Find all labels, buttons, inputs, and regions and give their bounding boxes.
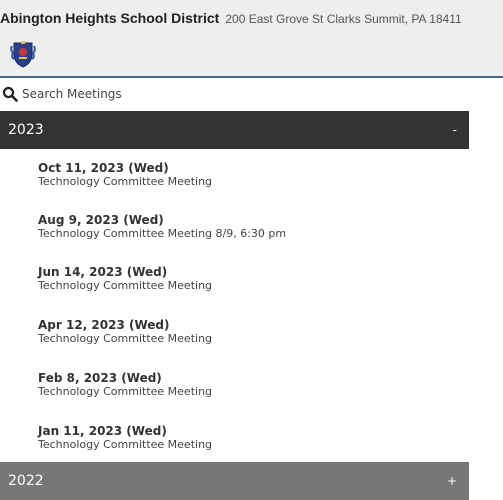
- year-header-2022[interactable]: 2022 +: [0, 462, 469, 500]
- year-label: 2022: [8, 473, 44, 489]
- page-header: Abington Heights School District 200 East…: [0, 0, 503, 78]
- search-label: Search Meetings: [22, 87, 122, 101]
- district-address: 200 East Grove St Clarks Summit, PA 1841…: [225, 12, 462, 26]
- meeting-title: Technology Committee Meeting: [38, 332, 213, 345]
- meeting-date: Apr 12, 2023 (Wed): [38, 318, 170, 332]
- search-icon: [2, 86, 18, 102]
- meeting-item[interactable]: Feb 8, 2023 (Wed) Technology Committee M…: [38, 371, 212, 398]
- meeting-item[interactable]: Aug 9, 2023 (Wed) Technology Committee M…: [38, 213, 286, 240]
- district-name[interactable]: Abington Heights School District: [0, 10, 219, 26]
- meeting-date: Jun 14, 2023 (Wed): [38, 265, 168, 279]
- meeting-title: Technology Committee Meeting: [38, 279, 213, 292]
- search-meetings[interactable]: Search Meetings: [0, 78, 470, 110]
- meeting-item[interactable]: Jun 14, 2023 (Wed) Technology Committee …: [38, 265, 212, 292]
- meeting-title: Technology Committee Meeting: [38, 438, 213, 451]
- collapse-icon[interactable]: -: [453, 123, 457, 137]
- meeting-title: Technology Committee Meeting: [38, 175, 213, 188]
- year-header-2023[interactable]: 2023 -: [0, 111, 469, 149]
- meeting-date: Oct 11, 2023 (Wed): [38, 161, 169, 175]
- meeting-date: Jan 11, 2023 (Wed): [38, 424, 167, 438]
- year-label: 2023: [8, 122, 44, 138]
- meeting-date: Aug 9, 2023 (Wed): [38, 213, 164, 227]
- meeting-date: Feb 8, 2023 (Wed): [38, 371, 162, 385]
- header-line: Abington Heights School District 200 East…: [0, 8, 503, 27]
- meeting-item[interactable]: Oct 11, 2023 (Wed) Technology Committee …: [38, 161, 212, 188]
- meeting-item[interactable]: Jan 11, 2023 (Wed) Technology Committee …: [38, 424, 212, 451]
- expand-icon[interactable]: +: [447, 474, 457, 488]
- meeting-item[interactable]: Apr 12, 2023 (Wed) Technology Committee …: [38, 318, 212, 345]
- district-crest-icon[interactable]: [10, 40, 36, 68]
- meeting-title: Technology Committee Meeting 8/9, 6:30 p…: [38, 227, 287, 240]
- meeting-title: Technology Committee Meeting: [38, 385, 213, 398]
